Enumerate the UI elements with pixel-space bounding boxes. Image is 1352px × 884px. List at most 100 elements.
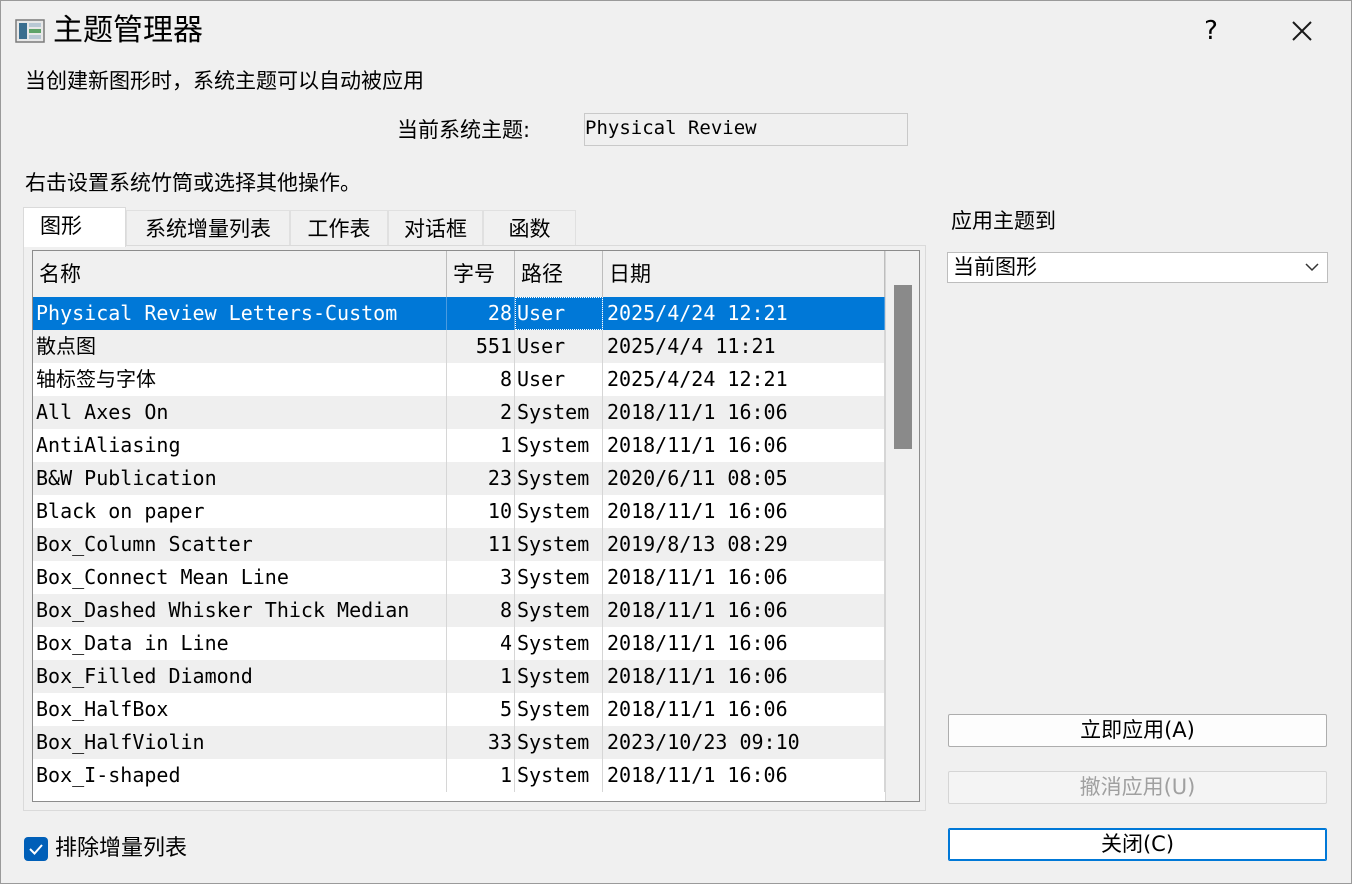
table-row[interactable]: Black on paper 10 System 2018/11/1 16:06 [33,495,885,528]
cell-size: 4 [447,627,515,660]
cell-size: 8 [447,363,515,396]
help-button[interactable]: ? [1187,9,1235,53]
table-row[interactable]: 轴标签与字体 8 User 2025/4/24 12:21 [33,363,885,396]
cell-name: Box_Dashed Whisker Thick Median [33,594,447,627]
column-header-date[interactable]: 日期 [603,251,885,297]
apply-theme-to-label: 应用主题到 [951,209,1056,233]
cell-size: 2 [447,396,515,429]
cell-path: System [515,693,603,726]
table-row[interactable]: Box_HalfBox 5 System 2018/11/1 16:06 [33,693,885,726]
cell-size: 1 [447,759,515,792]
cell-size: 10 [447,495,515,528]
column-header-size[interactable]: 字号 [447,251,515,297]
cell-size: 8 [447,594,515,627]
apply-now-button[interactable]: 立即应用(A) [948,714,1327,747]
table-row[interactable]: Box_Column Scatter 11 System 2019/8/13 08:2… [33,528,885,561]
cell-date: 2018/11/1 16:06 [603,759,885,792]
cell-size: 33 [447,726,515,759]
cell-size: 1 [447,660,515,693]
tab-system-incremental-list[interactable]: 系统增量列表 [126,210,290,246]
cell-date: 2025/4/4 11:21 [603,330,885,363]
cell-date: 2018/11/1 16:06 [603,594,885,627]
close-button[interactable]: 关闭(C) [948,828,1327,861]
theme-manager-dialog: 主题管理器 ? 当创建新图形时，系统主题可以自动被应用 当前系统主题: Phys… [0,0,1352,884]
chevron-down-icon [1305,263,1319,272]
cell-date: 2019/8/13 08:29 [603,528,885,561]
cell-name: Physical Review Letters-Custom [33,297,447,330]
table-row[interactable]: Box_I-shaped 1 System 2018/11/1 16:06 [33,759,885,792]
cell-date: 2018/11/1 16:06 [603,396,885,429]
cell-name: Box_Data in Line [33,627,447,660]
cell-date: 2018/11/1 16:06 [603,429,885,462]
cell-date: 2023/10/23 09:10 [603,726,885,759]
tab-dialog[interactable]: 对话框 [388,210,483,246]
cell-name: AntiAliasing [33,429,447,462]
table-row[interactable]: Box_Data in Line 4 System 2018/11/1 16:06 [33,627,885,660]
table-header: 名称 字号 路径 日期 [33,251,885,298]
cell-date: 2020/6/11 08:05 [603,462,885,495]
checkmark-icon [29,844,43,855]
cell-path: System [515,594,603,627]
tab-worksheet[interactable]: 工作表 [290,210,388,246]
cell-name: Box_Filled Diamond [33,660,447,693]
column-header-name[interactable]: 名称 [33,251,447,297]
current-system-theme-value: Physical Review Letters-Custom (User) [585,117,757,139]
column-header-path[interactable]: 路径 [515,251,603,297]
cell-size: 5 [447,693,515,726]
theme-table[interactable]: 名称 字号 路径 日期 Physical Review Letters-Cust… [32,250,920,802]
cell-path: System [515,726,603,759]
cell-size: 1 [447,429,515,462]
cell-path: User [515,297,603,330]
undo-apply-button[interactable]: 撤消应用(U) [948,771,1327,804]
cell-date: 2025/4/24 12:21 [603,297,885,330]
table-row[interactable]: Box_Dashed Whisker Thick Median 8 System 20… [33,594,885,627]
vertical-scrollbar[interactable] [885,251,919,801]
cell-date: 2025/4/24 12:21 [603,363,885,396]
cell-path: System [515,627,603,660]
apply-target-value: 当前图形 [953,255,1037,279]
cell-size: 28 [447,297,515,330]
table-row[interactable]: Box_Filled Diamond 1 System 2018/11/1 16:06 [33,660,885,693]
cell-name: Black on paper [33,495,447,528]
exclude-incremental-checkbox[interactable] [24,837,48,861]
cell-path: User [515,363,603,396]
table-row[interactable]: AntiAliasing 1 System 2018/11/1 16:06 [33,429,885,462]
title-bar: 主题管理器 ? [1,1,1351,61]
cell-name: Box_I-shaped [33,759,447,792]
scrollbar-thumb[interactable] [894,285,912,449]
dialog-title: 主题管理器 [53,13,203,48]
cell-date: 2018/11/1 16:06 [603,693,885,726]
cell-date: 2018/11/1 16:06 [603,627,885,660]
cell-path: User [515,330,603,363]
cell-name: Box_Connect Mean Line [33,561,447,594]
cell-path: System [515,561,603,594]
close-icon [1292,21,1312,41]
tab-graph[interactable]: 图形 [23,207,126,247]
table-row[interactable]: All Axes On 2 System 2018/11/1 16:06 [33,396,885,429]
cell-path: System [515,495,603,528]
cell-name: All Axes On [33,396,447,429]
current-system-theme-label: 当前系统主题: [397,118,531,142]
cell-name: 轴标签与字体 [33,363,447,396]
cell-date: 2018/11/1 16:06 [603,660,885,693]
table-row[interactable]: 散点图 551 User 2025/4/4 11:21 [33,330,885,363]
cell-name: Box_Column Scatter [33,528,447,561]
close-window-button[interactable] [1277,9,1327,53]
cell-name: 散点图 [33,330,447,363]
instruction-text: 右击设置系统竹筒或选择其他操作。 [25,171,361,195]
table-row[interactable]: B&W Publication 23 System 2020/6/11 08:05 [33,462,885,495]
cell-name: B&W Publication [33,462,447,495]
cell-size: 551 [447,330,515,363]
exclude-incremental-label: 排除增量列表 [55,836,188,861]
app-icon [15,19,45,43]
table-row[interactable]: Box_HalfViolin 33 System 2023/10/23 09:10 [33,726,885,759]
apply-target-select[interactable]: 当前图形 [947,252,1328,283]
cell-name: Box_HalfBox [33,693,447,726]
cell-name: Box_HalfViolin [33,726,447,759]
cell-path: System [515,396,603,429]
cell-size: 23 [447,462,515,495]
table-row[interactable]: Box_Connect Mean Line 3 System 2018/11/1 16… [33,561,885,594]
table-row[interactable]: Physical Review Letters-Custom 28 User 2025… [33,297,885,330]
tab-function[interactable]: 函数 [483,210,576,246]
description-text: 当创建新图形时，系统主题可以自动被应用 [25,69,424,93]
